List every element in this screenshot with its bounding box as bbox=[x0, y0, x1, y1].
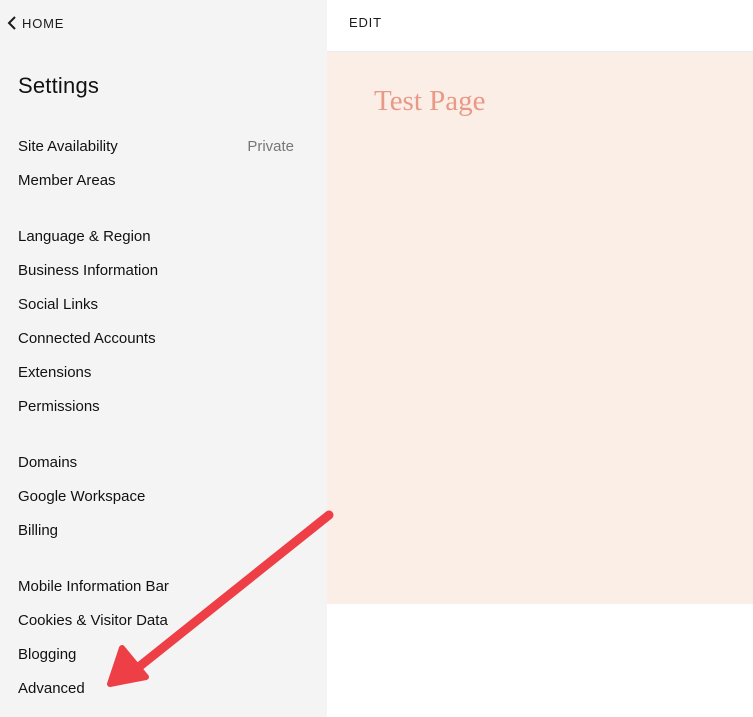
sidebar-item-label: Business Information bbox=[18, 261, 159, 279]
edit-button[interactable]: EDIT bbox=[349, 13, 382, 33]
sidebar-item-label: Language & Region bbox=[18, 227, 151, 245]
site-availability-status: Private bbox=[247, 137, 294, 155]
sidebar-item-permissions[interactable]: Permissions bbox=[18, 395, 294, 417]
sidebar-item-label: Permissions bbox=[18, 397, 100, 415]
sidebar-item-domains[interactable]: Domains bbox=[18, 451, 294, 473]
home-label: HOME bbox=[22, 15, 65, 31]
sidebar-item-label: Social Links bbox=[18, 295, 99, 313]
home-link[interactable]: HOME bbox=[7, 13, 64, 33]
sidebar-item-label: Connected Accounts bbox=[18, 329, 156, 347]
sidebar-item-billing[interactable]: Billing bbox=[18, 519, 294, 541]
sidebar-item-label: Billing bbox=[18, 521, 59, 539]
settings-sidebar: HOME Settings Site Availability Private … bbox=[0, 0, 327, 717]
sidebar-item-label: Advanced bbox=[18, 679, 85, 697]
sidebar-item-extensions[interactable]: Extensions bbox=[18, 361, 294, 383]
sidebar-item-member-areas[interactable]: Member Areas bbox=[18, 169, 294, 191]
page-preview[interactable]: Test Page bbox=[327, 52, 753, 604]
sidebar-item-label: Mobile Information Bar bbox=[18, 577, 169, 595]
sidebar-item-cookies-visitor-data[interactable]: Cookies & Visitor Data bbox=[18, 609, 294, 631]
sidebar-item-label: Member Areas bbox=[18, 171, 116, 189]
sidebar-item-language-region[interactable]: Language & Region bbox=[18, 225, 294, 247]
sidebar-item-social-links[interactable]: Social Links bbox=[18, 293, 294, 315]
sidebar-item-label: Domains bbox=[18, 453, 78, 471]
sidebar-item-advanced[interactable]: Advanced bbox=[18, 677, 294, 699]
editor-header: EDIT bbox=[327, 0, 753, 52]
sidebar-item-mobile-information-bar[interactable]: Mobile Information Bar bbox=[18, 575, 294, 597]
sidebar-item-label: Cookies & Visitor Data bbox=[18, 611, 168, 629]
page-title: Settings bbox=[18, 73, 100, 98]
sidebar-item-business-information[interactable]: Business Information bbox=[18, 259, 294, 281]
sidebar-item-label: Blogging bbox=[18, 645, 77, 663]
sidebar-item-blogging[interactable]: Blogging bbox=[18, 643, 294, 665]
sidebar-item-connected-accounts[interactable]: Connected Accounts bbox=[18, 327, 294, 349]
sidebar-item-google-workspace[interactable]: Google Workspace bbox=[18, 485, 294, 507]
sidebar-item-label: Google Workspace bbox=[18, 487, 146, 505]
preview-page-title: Test Page bbox=[374, 85, 486, 117]
chevron-left-icon bbox=[7, 16, 16, 30]
sidebar-item-label: Extensions bbox=[18, 363, 92, 381]
sidebar-item-site-availability[interactable]: Site Availability Private bbox=[18, 135, 294, 157]
sidebar-item-label: Site Availability bbox=[18, 137, 118, 155]
